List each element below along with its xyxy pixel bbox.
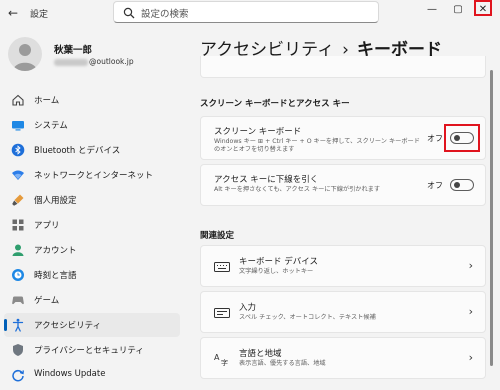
active-indicator [4,319,7,331]
person-icon [13,44,37,71]
sidebar-item-personalization[interactable]: 個人用設定 [0,188,180,212]
shield-icon [13,344,23,356]
access-keys-state: オフ [427,181,443,190]
redacted-email [54,58,88,66]
sidebar-item-label: ゲーム [34,296,60,306]
sidebar-item-label: Bluetooth とデバイス [34,146,121,156]
system-icon [12,121,24,131]
access-keys-desc: Alt キーを押さなくても、アクセス キーに下線が引かれます [214,186,381,193]
sidebar-item-apps[interactable]: アプリ [0,213,180,237]
sidebar-item-bluetooth[interactable]: Bluetooth とデバイス [0,138,180,162]
sidebar-item-system[interactable]: システム [0,113,180,137]
home-icon [12,94,24,106]
sidebar-item-accessibility[interactable]: アクセシビリティ [4,313,180,337]
section-heading-onscreen: スクリーン キーボードとアクセス キー [200,99,350,109]
sidebar-item-home[interactable]: ホーム [0,88,180,112]
sidebar-item-label: 個人用設定 [34,196,77,206]
close-button[interactable]: ✕ [473,2,493,18]
scrollbar[interactable] [490,70,493,366]
network-icon [12,170,24,180]
sidebar-item-label: 時刻と言語 [34,271,77,281]
related-item-title: キーボード デバイス [239,257,318,267]
related-item-desc: スペル チェック、オートコレクト、テキスト候補 [239,314,376,321]
app-title: 設定 [30,10,49,20]
screen-keyboard-toggle[interactable] [450,132,474,144]
svg-text:字: 字 [221,358,228,366]
screen-keyboard-card: スクリーン キーボード Windows キー ⊞ + Ctrl キー + O キ… [200,116,486,160]
chevron-right-icon: › [468,259,473,272]
language-region-icon: A字 [214,353,228,366]
sidebar-item-windows-update[interactable]: Windows Update [0,363,180,387]
svg-text:A: A [214,353,220,362]
chevron-right-icon: › [468,351,473,364]
access-keys-toggle[interactable] [450,179,474,191]
brush-icon [12,194,24,206]
sidebar-item-privacy[interactable]: プライバシーとセキュリティ [0,338,180,362]
previous-card [200,56,486,78]
sidebar-item-label: システム [34,121,68,131]
related-keyboard-device[interactable]: キーボード デバイス 文字繰り返し、ホットキー › [200,245,486,287]
sidebar-item-label: ネットワークとインターネット [34,171,154,181]
screen-keyboard-desc: Windows キー ⊞ + Ctrl キー + O キーを押して、スクリーン … [214,138,420,145]
accessibility-icon [12,318,24,332]
sidebar-item-label: アカウント [34,246,77,256]
profile-email: @outlook.jp [54,57,134,66]
sidebar-item-network[interactable]: ネットワークとインターネット [0,163,180,187]
access-keys-title: アクセス キーに下線を引く [214,175,319,185]
back-icon[interactable]: ← [8,6,22,20]
related-item-desc: 文字繰り返し、ホットキー [239,268,314,275]
input-icon [214,308,230,318]
screen-keyboard-title: スクリーン キーボード [214,127,302,137]
search-placeholder: 設定の検索 [141,9,189,20]
sidebar-item-label: アプリ [34,221,60,231]
section-heading-related: 関連設定 [200,231,235,241]
related-input[interactable]: 入力 スペル チェック、オートコレクト、テキスト候補 › [200,291,486,333]
related-item-title: 言語と地域 [239,349,282,359]
sidebar-item-label: Windows Update [34,369,106,379]
profile-name: 秋葉一郎 [54,45,93,56]
sidebar-item-gaming[interactable]: ゲーム [0,288,180,312]
related-item-desc: 表示言語、優先する言語、地域 [239,360,326,367]
access-keys-card: アクセス キーに下線を引く Alt キーを押さなくても、アクセス キーに下線が引… [200,164,486,206]
maximize-button[interactable]: ▢ [448,2,468,18]
account-icon [12,244,24,256]
search-input[interactable]: 設定の検索 [113,1,379,23]
related-language-region[interactable]: A字 言語と地域 表示言語、優先する言語、地域 › [200,337,486,379]
sidebar-item-label: ホーム [34,96,60,106]
sidebar-item-label: プライバシーとセキュリティ [34,346,144,356]
time-language-icon [12,269,24,281]
apps-icon [12,219,24,231]
chevron-right-icon: › [468,305,473,318]
search-icon [123,7,135,19]
update-icon [12,369,24,382]
related-item-title: 入力 [239,303,257,313]
bluetooth-icon [11,143,25,157]
screen-keyboard-desc-2: のオンとオフを切り替えます [214,146,295,153]
keyboard-icon [214,262,230,272]
sidebar-item-label: アクセシビリティ [34,321,102,331]
avatar[interactable] [8,37,42,71]
screen-keyboard-state: オフ [427,134,443,143]
minimize-button[interactable]: — [422,2,442,18]
sidebar-item-time-language[interactable]: 時刻と言語 [0,263,180,287]
gaming-icon [12,296,24,305]
sidebar-item-accounts[interactable]: アカウント [0,238,180,262]
